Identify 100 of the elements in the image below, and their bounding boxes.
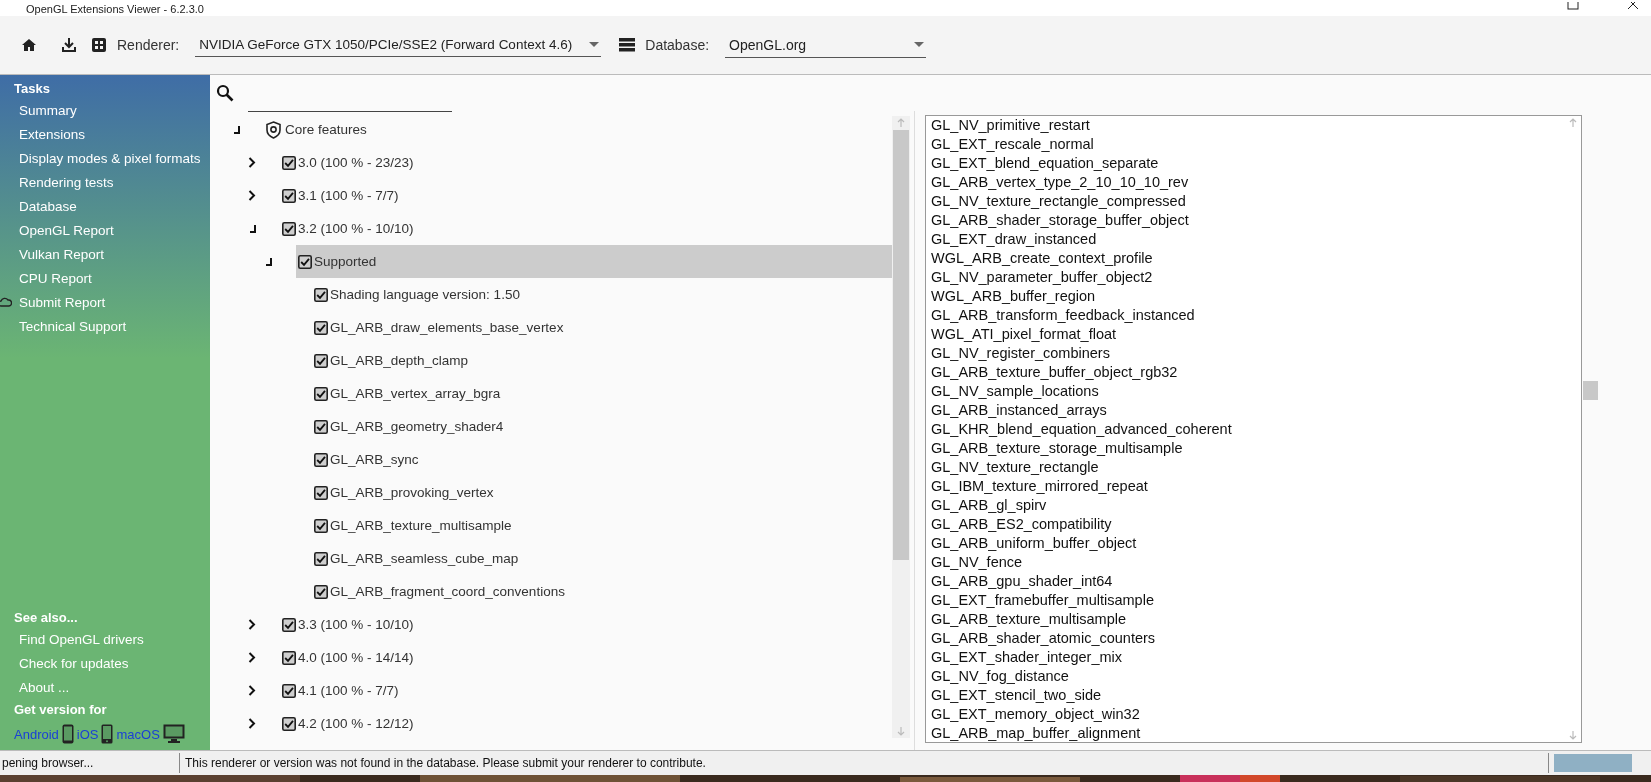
tree-item[interactable]: GL_ARB_depth_clamp <box>312 344 892 377</box>
sidebar-link[interactable]: Database <box>0 198 77 214</box>
chevron-icon[interactable] <box>248 652 256 663</box>
extension-item[interactable]: GL_KHR_blend_equation_advanced_coherent <box>931 420 1565 439</box>
extension-item[interactable]: GL_ARB_uniform_buffer_object <box>931 534 1565 553</box>
checkbox[interactable] <box>282 683 296 698</box>
extension-item[interactable]: GL_NV_register_combiners <box>931 344 1565 363</box>
tree-item[interactable]: 3.2 (100 % - 10/10) <box>280 212 892 245</box>
extension-item[interactable]: GL_ARB_instanced_arrays <box>931 401 1565 420</box>
tree-item[interactable]: Core features <box>264 113 892 146</box>
extension-item[interactable]: GL_ARB_transform_feedback_instanced <box>931 306 1565 325</box>
extension-item[interactable]: GL_EXT_shader_integer_mix <box>931 648 1565 667</box>
scrollbar-thumb[interactable] <box>893 130 909 560</box>
extension-item[interactable]: GL_ARB_gpu_shader_int64 <box>931 572 1565 591</box>
tree-item[interactable]: Shading language version: 1.50 <box>312 278 892 311</box>
checkbox[interactable] <box>314 419 328 434</box>
search-icon[interactable] <box>216 84 234 102</box>
checkbox[interactable] <box>282 716 296 731</box>
scrollbar[interactable] <box>892 116 910 738</box>
extension-item[interactable]: GL_ARB_vertex_type_2_10_10_10_rev <box>931 173 1565 192</box>
extension-item[interactable]: GL_NV_parameter_buffer_object2 <box>931 268 1565 287</box>
maximize-icon[interactable] <box>1567 2 1579 10</box>
checkbox[interactable] <box>314 386 328 401</box>
checkbox[interactable] <box>314 287 328 302</box>
tree-item[interactable]: 3.0 (100 % - 23/23) <box>280 146 892 179</box>
extension-item[interactable]: WGL_ARB_create_context_profile <box>931 249 1565 268</box>
extension-item[interactable]: GL_ARB_shader_atomic_counters <box>931 629 1565 648</box>
checkbox[interactable] <box>314 353 328 368</box>
extension-item[interactable]: GL_ARB_texture_buffer_object_rgb32 <box>931 363 1565 382</box>
extension-item[interactable]: GL_ARB_map_buffer_alignment <box>931 724 1565 742</box>
extension-item[interactable]: GL_ARB_shader_storage_buffer_object <box>931 211 1565 230</box>
tree-item[interactable]: GL_ARB_texture_multisample <box>312 509 892 542</box>
section-title: See also... <box>13 609 79 627</box>
sidebar-link[interactable]: Rendering tests <box>0 174 114 190</box>
home-icon[interactable] <box>21 37 37 53</box>
tree-item[interactable]: GL_ARB_sync <box>312 443 892 476</box>
tree-item[interactable]: GL_ARB_provoking_vertex <box>312 476 892 509</box>
section-title: Get version for <box>13 701 108 719</box>
extension-item[interactable]: WGL_ATI_pixel_format_float <box>931 325 1565 344</box>
cloud-icon <box>0 296 12 308</box>
checkbox[interactable] <box>282 155 296 170</box>
extension-item[interactable]: GL_NV_texture_rectangle_compressed <box>931 192 1565 211</box>
chevron-icon[interactable] <box>248 685 256 696</box>
checkbox[interactable] <box>282 650 296 665</box>
monitor-icon <box>162 724 185 744</box>
extension-item[interactable]: GL_EXT_memory_object_win32 <box>931 705 1565 724</box>
extension-item[interactable]: GL_ARB_texture_multisample <box>931 610 1565 629</box>
tree-item[interactable]: GL_ARB_vertex_array_bgra <box>312 377 892 410</box>
sidebar-link[interactable]: Display modes & pixel formats <box>0 150 201 166</box>
extension-item[interactable]: GL_NV_fog_distance <box>931 667 1565 686</box>
extension-item[interactable]: GL_IBM_texture_mirrored_repeat <box>931 477 1565 496</box>
extension-item[interactable]: GL_NV_fence <box>931 553 1565 572</box>
checkbox[interactable] <box>314 485 328 500</box>
tree-item[interactable]: GL_ARB_seamless_cube_map <box>312 542 892 575</box>
extension-item[interactable]: GL_NV_sample_locations <box>931 382 1565 401</box>
checkbox[interactable] <box>314 584 328 599</box>
tree-item[interactable]: GL_ARB_draw_elements_base_vertex <box>312 311 892 344</box>
tree-item[interactable]: GL_ARB_geometry_shader4 <box>312 410 892 443</box>
tree-item[interactable]: 3.3 (100 % - 10/10) <box>280 608 892 641</box>
checkbox[interactable] <box>314 320 328 335</box>
checkbox[interactable] <box>282 617 296 632</box>
chip-icon[interactable] <box>91 37 107 53</box>
checkbox[interactable] <box>314 518 328 533</box>
section-title: Tasks <box>13 80 51 98</box>
extension-item[interactable]: GL_EXT_blend_equation_separate <box>931 154 1565 173</box>
checkbox[interactable] <box>282 188 296 203</box>
caret-icon[interactable] <box>914 41 925 48</box>
renderer-dropdown[interactable]: NVIDIA GeForce GTX 1050/PCIe/SSE2 (Forward Context 4.6) <box>195 33 602 57</box>
close-icon[interactable] <box>1627 2 1639 10</box>
chevron-icon[interactable] <box>248 619 256 630</box>
extension-item[interactable]: GL_EXT_draw_instanced <box>931 230 1565 249</box>
extension-item[interactable]: GL_NV_texture_rectangle <box>931 458 1565 477</box>
scrollbar-thumb[interactable] <box>1583 381 1598 400</box>
tree-item[interactable]: 3.1 (100 % - 7/7) <box>280 179 892 212</box>
download-icon[interactable] <box>61 37 77 53</box>
checkbox[interactable] <box>298 254 312 269</box>
chevron-icon[interactable] <box>248 190 256 201</box>
extension-item[interactable]: GL_EXT_framebuffer_multisample <box>931 591 1565 610</box>
database-dropdown[interactable]: OpenGL.org <box>725 32 927 58</box>
extension-item[interactable]: GL_ARB_gl_spirv <box>931 496 1565 515</box>
extension-item[interactable]: WGL_ARB_buffer_region <box>931 287 1565 306</box>
extension-item[interactable]: GL_ARB_texture_storage_multisample <box>931 439 1565 458</box>
extension-item[interactable]: GL_EXT_rescale_normal <box>931 135 1565 154</box>
extension-item[interactable]: GL_NV_primitive_restart <box>931 116 1565 135</box>
checkbox[interactable] <box>282 221 296 236</box>
tree-item[interactable]: Supported <box>296 245 892 278</box>
tree-item[interactable]: 4.2 (100 % - 12/12) <box>280 707 892 740</box>
chevron-icon[interactable] <box>248 157 256 168</box>
extension-item[interactable]: GL_EXT_stencil_two_side <box>931 686 1565 705</box>
chevron-icon[interactable] <box>248 718 256 729</box>
caret-icon[interactable] <box>589 41 600 48</box>
checkbox[interactable] <box>314 551 328 566</box>
tree-item[interactable]: 4.1 (100 % - 7/7) <box>280 674 892 707</box>
tree-item[interactable]: 4.0 (100 % - 14/14) <box>280 641 892 674</box>
checkbox[interactable] <box>314 452 328 467</box>
database-icon[interactable] <box>619 38 636 52</box>
tree-item[interactable]: GL_ARB_fragment_coord_conventions <box>312 575 892 608</box>
extension-item[interactable]: GL_ARB_ES2_compatibility <box>931 515 1565 534</box>
sidebar-link[interactable]: Extensions <box>0 126 86 142</box>
sidebar-link[interactable]: Summary <box>0 102 77 118</box>
